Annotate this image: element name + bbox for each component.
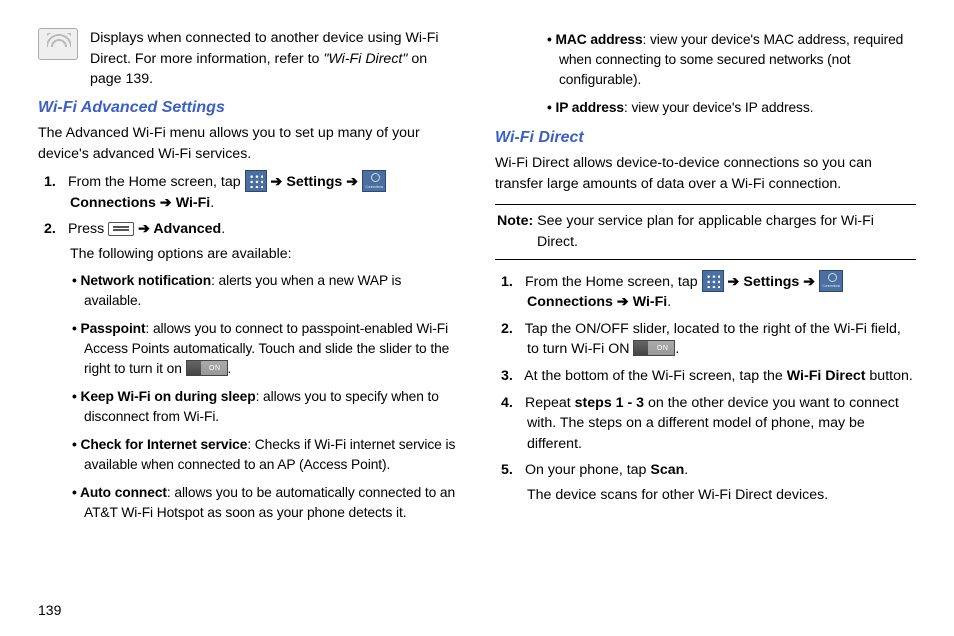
page-columns: Displays when connected to another devic… [38,28,916,588]
scan-label: Scan [650,462,684,478]
option-label: MAC address [555,32,642,47]
section-heading-advanced: Wi-Fi Advanced Settings [38,96,459,119]
option-label: Network notification [80,273,211,288]
left-column: Displays when connected to another devic… [38,28,459,588]
note-text: See your service plan for applicable cha… [533,213,874,250]
right-column: MAC address: view your device's MAC addr… [495,28,916,588]
apps-icon [245,170,267,192]
step-number: 4. [501,393,521,414]
arrow-icon: ➔ [267,174,287,190]
step-3: 3. At the bottom of the Wi-Fi screen, ta… [521,366,916,387]
step-5-followup: The device scans for other Wi-Fi Direct … [527,485,916,506]
option-text: . [228,361,232,376]
option-network-notification: Network notification: alerts you when a … [72,271,459,311]
step-number: 2. [44,219,64,240]
text: On your phone, tap [525,462,650,478]
section-intro: The Advanced Wi-Fi menu allows you to se… [38,123,459,164]
arrow-icon: ➔ [156,195,176,211]
step-5: 5. On your phone, tap Scan. The device s… [521,460,916,505]
advanced-options-list-cont: MAC address: view your device's MAC addr… [547,30,916,118]
text: . [221,221,225,237]
option-label: Keep Wi-Fi on during sleep [80,389,255,404]
wifi-direct-steps: 1. From the Home screen, tap ➔ Settings … [521,270,916,506]
step-2: 2. Press ➔ Advanced. The following optio… [64,219,459,522]
arrow-icon: ➔ [342,174,362,190]
connections-label: Connections [527,294,613,310]
page-number: 139 [38,602,61,618]
option-label: IP address [555,100,624,115]
steps-ref: steps 1 - 3 [575,395,644,411]
step-1: 1. From the Home screen, tap ➔ Settings … [521,270,916,313]
option-passpoint: Passpoint: allows you to connect to pass… [72,319,459,379]
wifi-direct-indicator-block: Displays when connected to another devic… [38,28,459,90]
option-ip-address: IP address: view your device's IP addres… [547,98,916,118]
advanced-options-list: Network notification: alerts you when a … [72,271,459,523]
step-1: 1. From the Home screen, tap ➔ Settings … [64,170,459,213]
text: . [675,341,679,357]
text: . [210,195,214,211]
wifi-direct-indicator-text: Displays when connected to another devic… [90,28,459,90]
arrow-icon: ➔ [134,221,153,237]
wifi-label: Wi-Fi [176,195,211,211]
step-number: 5. [501,460,521,481]
menu-icon [108,222,134,236]
settings-label: Settings [743,274,799,290]
settings-label: Settings [286,174,342,190]
wifi-label: Wi-Fi [633,294,668,310]
arrow-icon: ➔ [613,294,633,310]
option-label: Passpoint [80,321,145,336]
step-number: 3. [501,366,521,387]
option-text: : view your device's IP address. [624,100,813,115]
advanced-label: Advanced [153,221,221,237]
section-heading-wifi-direct: Wi-Fi Direct [495,126,916,149]
step-4: 4. Repeat steps 1 - 3 on the other devic… [521,393,916,455]
wifi-direct-button-label: Wi-Fi Direct [787,368,866,384]
connections-label: Connections [70,195,156,211]
arrow-icon: ➔ [724,274,744,290]
text: Tap the ON/OFF slider, located to the ri… [525,321,901,358]
advanced-steps: 1. From the Home screen, tap ➔ Settings … [64,170,459,522]
note-label: Note: [497,213,533,229]
text: button. [865,368,912,384]
step-2-followup: The following options are available: [70,244,459,265]
step-number: 1. [501,272,521,293]
text: From the Home screen, tap [68,174,245,190]
option-auto-connect: Auto connect: allows you to be automatic… [72,483,459,523]
text: From the Home screen, tap [525,274,702,290]
note-block: Note: See your service plan for applicab… [495,204,916,259]
text: . [684,462,688,478]
wifi-direct-icon [38,28,78,60]
text: . [667,294,671,310]
option-keep-wifi-sleep: Keep Wi-Fi on during sleep: allows you t… [72,387,459,427]
step-number: 2. [501,319,521,340]
on-toggle-icon [186,360,228,376]
text: Repeat [525,395,575,411]
apps-icon [702,270,724,292]
option-label: Check for Internet service [80,437,247,452]
section-intro: Wi-Fi Direct allows device-to-device con… [495,153,916,194]
option-mac-address: MAC address: view your device's MAC addr… [547,30,916,90]
step-number: 1. [44,172,64,193]
connections-icon [362,170,386,192]
text: At the bottom of the Wi-Fi screen, tap t… [524,368,787,384]
step-2: 2. Tap the ON/OFF slider, located to the… [521,319,916,360]
arrow-icon: ➔ [799,274,819,290]
cross-reference: "Wi-Fi Direct" [323,51,407,67]
option-label: Auto connect [80,485,167,500]
text: Press [68,221,108,237]
option-check-internet: Check for Internet service: Checks if Wi… [72,435,459,475]
connections-icon [819,270,843,292]
on-toggle-icon [633,340,675,356]
